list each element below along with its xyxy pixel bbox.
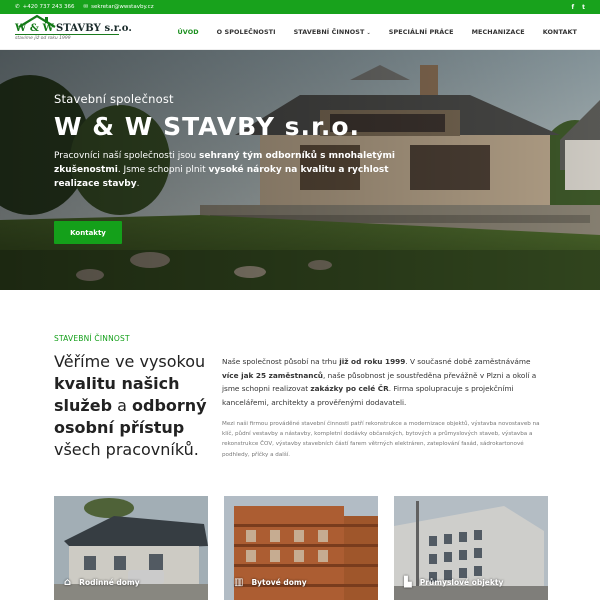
hero-description: Pracovníci naší společnosti jsou sehraný…	[54, 149, 409, 191]
site-header: W & W STAVBY s.r.o. stavíme již od roku …	[0, 14, 600, 50]
card-label: ▥ Bytové domy	[234, 577, 307, 588]
nav-label: STAVEBNÍ ČINNOST	[293, 27, 365, 36]
card-title: Průmyslové objekty	[419, 578, 504, 587]
nav-label: SPECIÁLNÍ PRÁCE	[388, 27, 454, 36]
card-title: Bytové domy	[251, 578, 307, 587]
roof-logo-icon	[18, 14, 56, 28]
p-bold: již od roku 1999	[339, 357, 406, 366]
p-text: . V současné době zaměstnáváme	[405, 357, 531, 366]
nav-item-stavebni-cinnost[interactable]: STAVEBNÍ ČINNOST ⌄	[285, 28, 380, 36]
hero-text: Stavební společnost W & W STAVBY s.r.o. …	[54, 92, 414, 191]
nav-label: KONTAKT	[542, 27, 577, 36]
card-industrial-buildings[interactable]: ▙ Průmyslové objekty	[394, 496, 548, 600]
p-bold: více jak 25 zaměstnanců	[222, 370, 323, 380]
card-family-houses[interactable]: ⌂ Rodinné domy	[54, 496, 208, 600]
about-paragraph-main: Naše společnost působí na trhu již od ro…	[222, 355, 544, 409]
factory-icon: ▙	[404, 577, 412, 588]
about-paragraph-detail: Mezi naši firmou prováděné stavební činn…	[222, 421, 540, 458]
chevron-down-icon: ⌄	[366, 29, 371, 36]
nav-item-o-spolecnosti[interactable]: O SPOLEČNOSTI	[208, 28, 285, 36]
main-navigation: ÚVOD O SPOLEČNOSTI STAVEBNÍ ČINNOST ⌄ SPE…	[168, 28, 586, 36]
hero-desc-text: Pracovníci naší společnosti jsou	[54, 151, 199, 161]
phone-icon: ✆	[15, 4, 20, 10]
nav-item-kontakt[interactable]: KONTAKT	[534, 28, 586, 36]
nav-item-mechanizace[interactable]: MECHANIZACE	[463, 28, 534, 36]
logo[interactable]: W & W STAVBY s.r.o. stavíme již od roku …	[15, 14, 132, 41]
facebook-icon[interactable]: f	[572, 4, 575, 11]
social-links: f t	[572, 4, 586, 11]
envelope-icon: ✉	[83, 4, 89, 10]
house-icon: ⌂	[64, 577, 72, 588]
about-section: STAVEBNÍ ČINNOST Věříme ve vysokou kvali…	[0, 290, 600, 496]
email-contact[interactable]: ✉ sekretar@wwstavby.cz	[83, 4, 153, 10]
section-kicker: STAVEBNÍ ČINNOST	[54, 334, 130, 343]
card-label: ⌂ Rodinné domy	[64, 577, 140, 588]
hero-title: W & W STAVBY s.r.o.	[54, 112, 360, 141]
phone-number: +420 737 243 366	[22, 4, 75, 10]
nav-label: ÚVOD	[177, 27, 199, 36]
nav-item-uvod[interactable]: ÚVOD	[168, 28, 207, 36]
about-description: Naše společnost působí na trhu již od ro…	[222, 355, 544, 460]
headline-text: Věříme ve vysokou	[54, 352, 206, 371]
hero-section: Stavební společnost W & W STAVBY s.r.o. …	[0, 50, 600, 290]
phone-contact[interactable]: ✆ +420 737 243 366	[15, 4, 74, 10]
p-text: Naše společnost působí na trhu	[222, 357, 340, 366]
twitter-icon[interactable]: t	[582, 4, 585, 11]
nav-item-specialni-prace[interactable]: SPECIÁLNÍ PRÁCE	[380, 28, 463, 36]
contact-info: ✆ +420 737 243 366 ✉ sekretar@wwstavby.c…	[15, 4, 154, 10]
headline-text: všech pracovníků.	[54, 440, 199, 459]
service-cards: ⌂ Rodinné domy ▥ Bytové domy ▙ Průmyslov…	[54, 496, 548, 600]
contacts-button[interactable]: Kontakty	[54, 221, 122, 244]
apartment-building-icon: ▥	[234, 577, 244, 588]
card-apartment-buildings[interactable]: ▥ Bytové domy	[224, 496, 378, 600]
headline-text: a	[112, 396, 132, 415]
card-title: Rodinné domy	[79, 578, 140, 587]
hero-desc-text: . Jsme schopni plnit	[117, 165, 209, 175]
hero-desc-text: .	[136, 179, 140, 189]
nav-label: O SPOLEČNOSTI	[216, 27, 276, 36]
card-label: ▙ Průmyslové objekty	[404, 577, 503, 588]
logo-brand-suffix: STAVBY s.r.o.	[55, 22, 132, 34]
p-bold: zakázky po celé ČR	[310, 384, 389, 393]
email-address: sekretar@wwstavby.cz	[91, 4, 154, 10]
about-headline: Věříme ve vysokou kvalitu našich služeb …	[54, 351, 224, 461]
top-bar: ✆ +420 737 243 366 ✉ sekretar@wwstavby.c…	[0, 0, 600, 14]
nav-label: MECHANIZACE	[471, 27, 525, 36]
logo-tagline: stavíme již od roku 1999	[15, 33, 119, 41]
hero-kicker: Stavební společnost	[54, 92, 174, 106]
